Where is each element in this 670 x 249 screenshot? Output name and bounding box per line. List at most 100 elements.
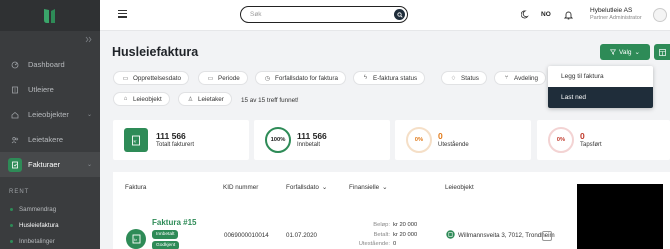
sidebar-subitem-husleiefaktura[interactable]: Husleiefaktura	[10, 222, 59, 229]
calendar-icon: ▭	[122, 75, 129, 82]
progress-ring: 0%	[406, 127, 432, 153]
filter-avdeling[interactable]: ⑂ Avdeling	[494, 71, 547, 85]
dashboard-icon	[8, 58, 22, 72]
status-badge: Godkjent	[152, 241, 180, 249]
black-overlay-panel	[577, 184, 663, 249]
result-count: 15 av 15 treff funnet!	[241, 97, 299, 104]
top-header: Søk NO Hybelutleie AS Partner Administra…	[100, 0, 670, 31]
valg-button[interactable]: Valg ⌄	[600, 44, 650, 60]
sidebar: Dashboard Utleiere Leieobjekter ⌄ Leieta…	[0, 0, 100, 249]
sidebar-item-utleiere[interactable]: Utleiere	[0, 77, 100, 102]
menu-item-legg-til-faktura[interactable]: Legg til faktura	[548, 66, 653, 87]
svg-text:kr: kr	[134, 238, 138, 242]
grid-icon	[658, 48, 666, 56]
bolt-icon: ϟ	[363, 75, 368, 81]
search-icon[interactable]	[394, 9, 405, 20]
column-header-kid[interactable]: KID nummer	[223, 184, 258, 191]
search-placeholder: Søk	[250, 11, 262, 18]
filter-opprettelsesdato[interactable]: ▭ Opprettelsesdato	[113, 71, 189, 85]
stat-value: 111 566	[156, 131, 186, 141]
building-icon	[446, 230, 455, 241]
user-icon: ♙	[187, 96, 194, 103]
stat-card-tapsfort: 0% 0 Tapsført	[537, 120, 670, 160]
chevron-down-icon: ⌄	[382, 184, 388, 191]
filter-leieobjekt[interactable]: ⌂ Leieobjekt	[113, 92, 170, 106]
chevron-down-icon: ⌄	[634, 49, 640, 56]
users-icon	[8, 133, 22, 147]
sidebar-item-dashboard[interactable]: Dashboard	[0, 52, 100, 77]
invoice-title-link[interactable]: Faktura #15	[152, 218, 196, 227]
stat-card-innbetalt: 100% 111 566 Innbetalt	[254, 120, 390, 160]
sidebar-subitem-innbetalinger[interactable]: Innbetalinger	[10, 238, 55, 245]
fin-amount: kr 20 000	[393, 222, 418, 228]
avatar[interactable]	[653, 8, 667, 22]
column-header-leieobjekt[interactable]: Leieobjekt	[445, 184, 474, 191]
sidebar-item-fakturaer[interactable]: Fakturaer ⌄	[0, 152, 100, 177]
stat-value: 0	[580, 131, 585, 141]
progress-ring: 100%	[265, 127, 291, 153]
column-header-finansielle[interactable]: Finansielle ⌄	[349, 184, 387, 191]
due-date: 01.07.2020	[286, 232, 317, 239]
svg-text:kr: kr	[134, 139, 138, 143]
stat-label: Tapsført	[580, 142, 602, 148]
sidebar-item-label: Fakturaer	[28, 160, 61, 169]
filter-icon	[610, 49, 616, 55]
sidebar-section-label: RENT	[9, 189, 30, 195]
chevron-down-icon: ⌄	[86, 112, 92, 118]
progress-ring: 0%	[548, 127, 574, 153]
calendar-icon: ▭	[207, 75, 214, 82]
search-input[interactable]: Søk	[240, 6, 408, 23]
home-icon: ⌂	[123, 96, 128, 102]
tag-icon: ♢	[450, 75, 457, 82]
fin-paid: kr 20 000	[393, 232, 418, 238]
filter-periode[interactable]: ▭ Periode	[198, 71, 248, 85]
sidebar-item-label: Utleiere	[28, 85, 54, 94]
stat-card-utestaende: 0% 0 Utestående	[395, 120, 531, 160]
menu-icon[interactable]	[118, 10, 127, 20]
sidebar-item-label: Leietakere	[28, 135, 64, 144]
app-logo[interactable]	[0, 0, 100, 31]
home-icon	[8, 108, 22, 122]
filter-efaktura-status[interactable]: ϟ E-faktura status	[353, 71, 426, 85]
stat-value: 0	[438, 131, 443, 141]
building-icon	[8, 83, 22, 97]
column-header-forfallsdato[interactable]: Forfallsdato ⌄	[286, 184, 327, 191]
sidebar-item-leietakere[interactable]: Leietakere	[0, 127, 100, 152]
sidebar-item-label: Leieobjekter	[28, 110, 69, 119]
chevron-down-icon: ⌄	[86, 162, 92, 168]
clock-icon: ◷	[264, 75, 271, 82]
sidebar-subitem-sammendrag[interactable]: Sammendrag	[10, 206, 56, 213]
bell-icon[interactable]	[563, 10, 574, 22]
table-view-button[interactable]	[654, 44, 670, 60]
chevron-down-icon: ⌄	[321, 184, 328, 191]
fin-outstanding: 0	[393, 241, 397, 247]
invoice-icon	[8, 157, 22, 172]
invoice-icon: kr	[124, 128, 148, 152]
filter-status[interactable]: ♢ Status	[441, 71, 487, 85]
branch-icon: ⑂	[504, 75, 509, 81]
dark-mode-moon-icon[interactable]	[520, 10, 530, 21]
stat-card-totalt-fakturert: kr 111 566 Totalt fakturert	[113, 120, 249, 160]
sidebar-item-label: Dashboard	[28, 60, 65, 69]
stat-value: 111 566	[297, 131, 327, 141]
page-title: Husleiefaktura	[112, 45, 199, 59]
language-selector[interactable]: NO	[541, 11, 551, 18]
status-badge: Innbetalt	[152, 230, 179, 239]
filter-forfallsdato[interactable]: ◷ Forfallsdato for faktura	[255, 71, 346, 85]
org-role: Partner Administrator	[590, 15, 642, 21]
invoice-avatar-icon: kr	[126, 229, 146, 249]
kid-number: 0069000010014	[224, 232, 269, 239]
sidebar-item-leieobjekter[interactable]: Leieobjekter ⌄	[0, 102, 100, 127]
column-header-faktura[interactable]: Faktura	[125, 184, 146, 191]
org-name: Hybelutleie AS	[590, 7, 633, 14]
org-info[interactable]: Hybelutleie AS Partner Administrator	[590, 7, 642, 21]
menu-item-last-ned[interactable]: Last ned	[548, 87, 653, 108]
collapse-sidebar-icon[interactable]	[85, 36, 92, 45]
valg-dropdown-menu: Legg til faktura Last ned	[548, 66, 653, 108]
row-checkbox[interactable]	[542, 231, 552, 241]
stat-label: Utestående	[438, 142, 469, 148]
valg-label: Valg	[619, 48, 632, 56]
stat-label: Totalt fakturert	[156, 142, 195, 148]
property-address: Willmannsveita 3, 7012, Trondheim	[458, 232, 555, 239]
filter-leietaker[interactable]: ♙ Leietaker	[178, 92, 232, 106]
